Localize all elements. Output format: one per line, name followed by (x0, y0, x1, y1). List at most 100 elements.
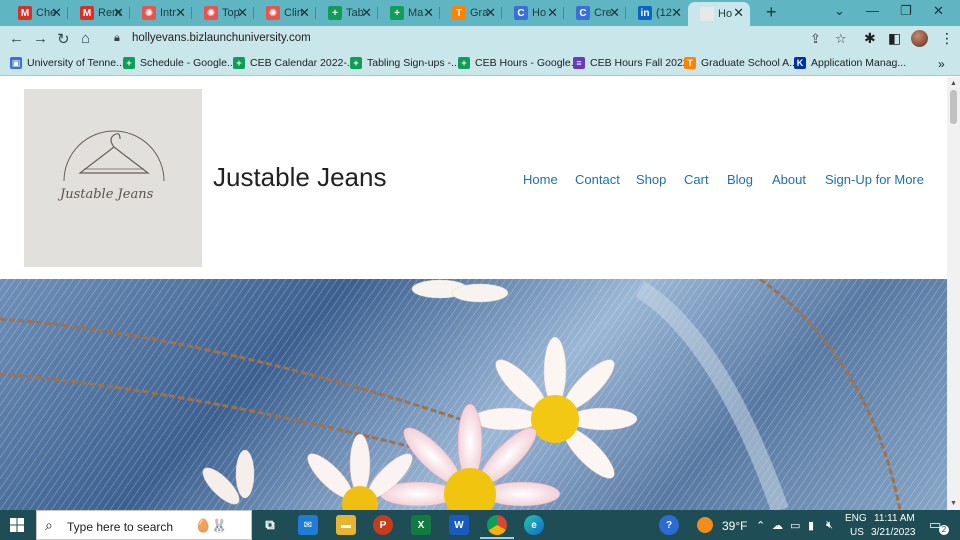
mail-app-icon[interactable]: ✉ (298, 515, 318, 535)
nav-link-blog[interactable]: Blog (727, 172, 753, 187)
browser-tab[interactable]: in (12 ✕ (626, 2, 688, 24)
page-scrollbar[interactable] (947, 77, 960, 510)
onedrive-cloud-icon[interactable]: ☁ (772, 519, 783, 532)
windows-start-icon[interactable] (10, 518, 24, 532)
weather-temperature[interactable]: 39°F (722, 519, 747, 533)
close-tab-icon[interactable]: ✕ (51, 5, 62, 21)
new-tab-button[interactable]: + (766, 2, 777, 23)
show-hidden-icons-chevron-icon[interactable]: ⌃ (756, 519, 765, 532)
file-explorer-icon[interactable]: ▬ (336, 515, 356, 535)
close-tab-icon[interactable]: ✕ (237, 5, 248, 21)
browser-tab[interactable]: + Ma ✕ (378, 2, 440, 24)
lock-icon[interactable]: 🔒︎ (114, 32, 120, 45)
restore-button[interactable]: ❐ (900, 3, 912, 19)
task-view-icon[interactable]: ⧉ (260, 515, 280, 535)
chrome-icon[interactable] (487, 515, 507, 535)
bookmark-item[interactable]: + CEB Hours - Google... (458, 57, 579, 69)
close-tab-icon[interactable]: ✕ (671, 5, 682, 21)
close-tab-icon[interactable]: ✕ (113, 5, 124, 21)
browser-tab[interactable]: T Gra ✕ (440, 2, 502, 24)
tennessee-icon: T (684, 57, 696, 69)
bookmarks-bar: ▣ University of Tenne... + Schedule - Googl… (0, 52, 960, 76)
meet-now-icon[interactable]: ▭ (790, 519, 800, 532)
tab-search-icon[interactable]: ⌄ (834, 3, 845, 19)
bookmark-label: Application Manag... (811, 57, 907, 69)
share-icon[interactable]: ⇪ (810, 31, 821, 47)
clock-time[interactable]: 11:11 AM (874, 513, 915, 524)
address-bar[interactable]: 🔒︎ hollyevans.bizlaunchuniversity.com ⇪ … (104, 27, 860, 51)
close-tab-icon[interactable]: ✕ (547, 5, 558, 21)
word-icon[interactable]: W (449, 515, 469, 535)
nav-link-shop[interactable]: Shop (636, 172, 666, 187)
browser-tab[interactable]: Ho ✕ (688, 2, 750, 26)
extensions-puzzle-icon[interactable]: ✱ (864, 30, 876, 47)
c-icon: C (514, 6, 528, 20)
language-indicator-eng[interactable]: ENG (845, 513, 867, 524)
minimize-button[interactable]: — (866, 3, 879, 18)
easter-eggs-decoration-icon: 🥚🐰 (195, 518, 228, 533)
close-tab-icon[interactable]: ✕ (175, 5, 186, 21)
scroll-down-arrow-icon[interactable]: ▼ (950, 500, 957, 507)
bookmark-label: CEB Hours - Google... (475, 57, 580, 69)
side-panel-icon[interactable]: ◧ (888, 30, 901, 47)
close-window-button[interactable]: ✕ (933, 3, 944, 19)
bookmark-item[interactable]: ▣ University of Tenne... (10, 57, 125, 69)
menu-kebab-icon[interactable]: ⋮ (940, 30, 954, 47)
nav-link-sign-up-for-more[interactable]: Sign-Up for More (825, 172, 924, 187)
clock-date[interactable]: 3/21/2023 (871, 527, 916, 538)
browser-tab[interactable]: C Cre ✕ (564, 2, 626, 24)
back-arrow-icon[interactable]: ← (9, 30, 24, 47)
nav-link-contact[interactable]: Contact (575, 172, 620, 187)
weather-sun-icon[interactable] (697, 517, 713, 533)
browser-tab[interactable]: ✺ Clin ✕ (254, 2, 316, 24)
browser-tab[interactable]: ✺ Top ✕ (192, 2, 254, 24)
search-icon: ⌕ (45, 517, 53, 533)
bookmark-item[interactable]: T Graduate School A... (684, 57, 798, 69)
browser-tab[interactable]: M Che ✕ (6, 2, 68, 24)
bookmark-item[interactable]: + Tabling Sign-ups -... (350, 57, 460, 69)
battery-icon[interactable]: ▮ (808, 519, 814, 532)
bookmark-item[interactable]: + Schedule - Google... (123, 57, 236, 69)
help-icon[interactable]: ? (659, 515, 679, 535)
chrome-active-indicator (480, 537, 514, 539)
more-bookmarks-chevron-icon[interactable]: » (938, 57, 945, 71)
browser-tab[interactable]: M Rem ✕ (68, 2, 130, 24)
taskbar-search-placeholder[interactable]: Type here to search (67, 520, 173, 534)
site-logo[interactable]: Justable Jeans (24, 89, 202, 267)
excel-icon[interactable]: X (411, 515, 431, 535)
close-tab-icon[interactable]: ✕ (733, 5, 744, 21)
browser-tab[interactable]: ✺ Intr ✕ (130, 2, 192, 24)
edge-icon[interactable]: e (524, 515, 544, 535)
close-tab-icon[interactable]: ✕ (485, 5, 496, 21)
scroll-up-arrow-icon[interactable]: ▲ (950, 80, 957, 87)
bookmark-star-icon[interactable]: ☆ (835, 31, 847, 47)
language-indicator-us[interactable]: US (850, 527, 864, 538)
close-tab-icon[interactable]: ✕ (299, 5, 310, 21)
forward-arrow-icon[interactable]: → (33, 30, 48, 47)
logo-script-text: Justable Jeans (60, 187, 154, 202)
volume-muted-icon[interactable]: 🔇︎ (826, 519, 833, 532)
close-tab-icon[interactable]: ✕ (423, 5, 434, 21)
reload-icon[interactable]: ↻ (57, 30, 70, 48)
home-icon[interactable]: ⌂ (81, 30, 90, 47)
bookmark-item[interactable]: ≡ CEB Hours Fall 2022 (573, 57, 689, 69)
browser-tab[interactable]: C Ho ✕ (502, 2, 564, 24)
site-title[interactable]: Justable Jeans (213, 162, 386, 193)
taskbar-search-box[interactable]: ⌕ Type here to search 🥚🐰 (36, 510, 252, 540)
globe-icon: ✺ (204, 6, 218, 20)
nav-link-cart[interactable]: Cart (684, 172, 709, 187)
close-tab-icon[interactable]: ✕ (361, 5, 372, 21)
address-url[interactable]: hollyevans.bizlaunchuniversity.com (132, 32, 311, 44)
profile-avatar[interactable] (911, 30, 928, 47)
nav-link-about[interactable]: About (772, 172, 806, 187)
close-tab-icon[interactable]: ✕ (609, 5, 620, 21)
bookmark-item[interactable]: K Application Manag... (794, 57, 906, 69)
globe-icon: ✺ (142, 6, 156, 20)
browser-tab[interactable]: + Tab ✕ (316, 2, 378, 24)
scrollbar-thumb[interactable] (950, 90, 957, 124)
powerpoint-icon[interactable]: P (373, 515, 393, 535)
bookmark-item[interactable]: + CEB Calendar 2022-... (233, 57, 356, 69)
browser-toolbar: ← → ↻ ⌂ 🔒︎ hollyevans.bizlaunchuniversit… (0, 26, 960, 52)
tab-strip: M Che ✕ M Rem ✕ ✺ Intr ✕ ✺ Top ✕ ✺ Clin ✕ + Tab ✕ + Ma ✕ T Gra… (0, 0, 960, 26)
nav-link-home[interactable]: Home (523, 172, 558, 187)
